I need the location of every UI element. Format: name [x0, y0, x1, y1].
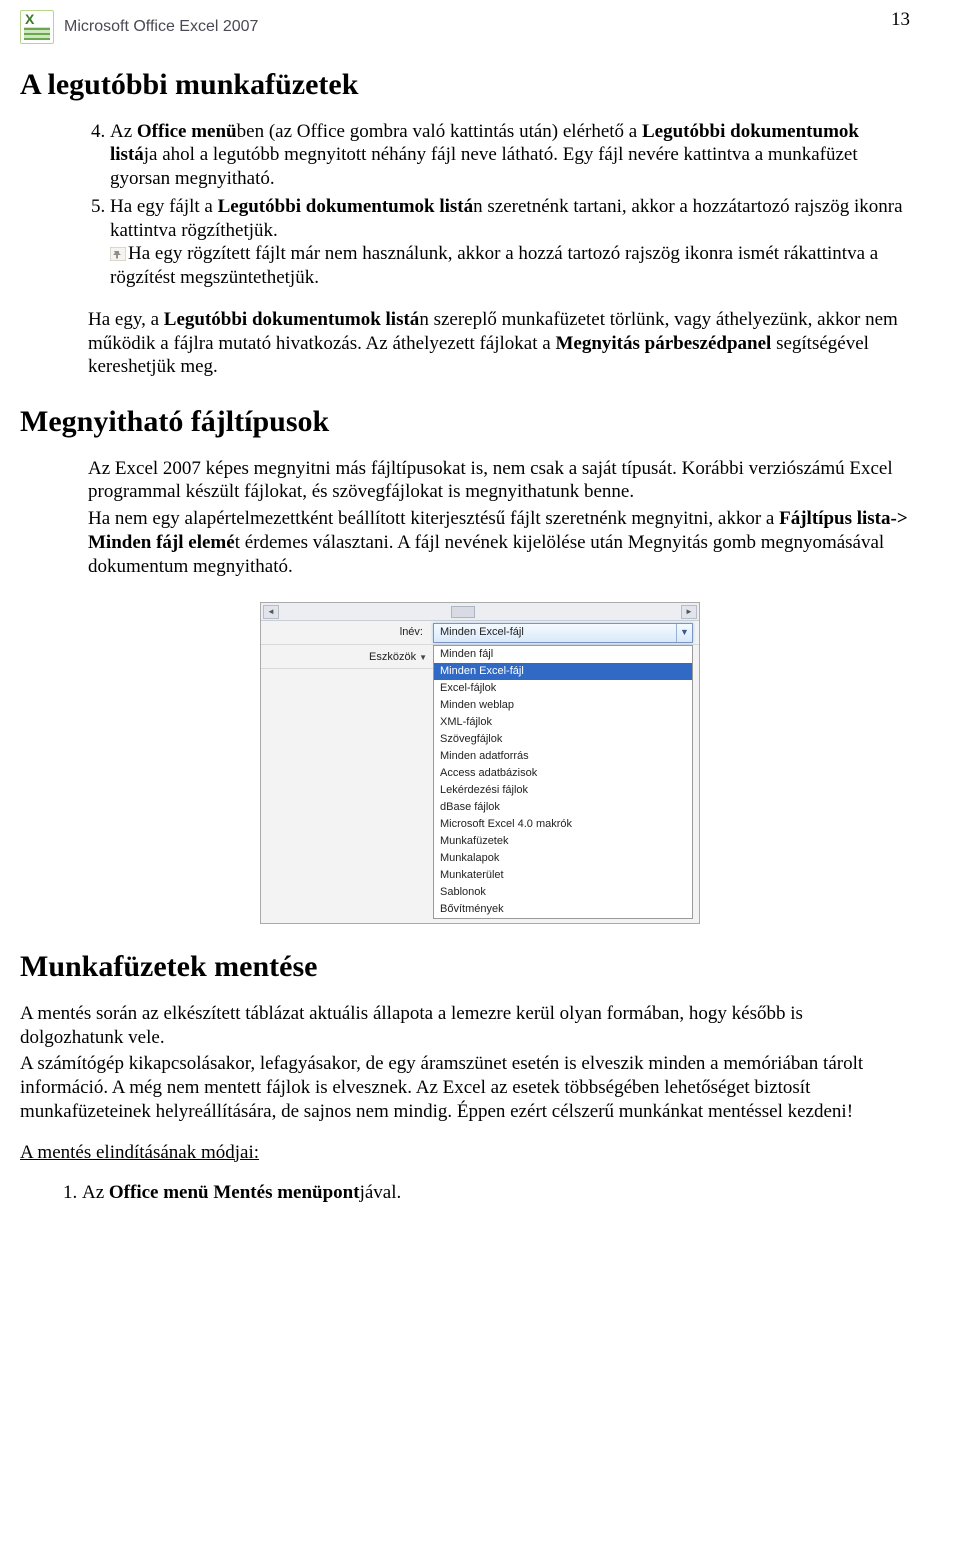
scroll-thumb[interactable]	[451, 606, 475, 618]
section-recent: Az Office menüben (az Office gombra való…	[88, 120, 910, 380]
heading-save: Munkafüzetek mentése	[20, 948, 910, 986]
filetype-option[interactable]: Bővítmények	[434, 901, 692, 918]
app-title: Microsoft Office Excel 2007	[64, 17, 258, 37]
filetype-option[interactable]: Microsoft Excel 4.0 makrók	[434, 816, 692, 833]
filetype-option[interactable]: Szövegfájlok	[434, 731, 692, 748]
scroll-right-button[interactable]: ►	[681, 605, 697, 619]
section-filetypes: Az Excel 2007 képes megnyitni más fájltí…	[88, 457, 910, 579]
chevron-down-icon[interactable]: ▼	[676, 624, 692, 642]
chevron-down-icon: ▼	[419, 653, 427, 663]
text: Ha nem egy alapértelmezettként beállítot…	[88, 508, 779, 529]
text: ja ahol a legutóbb megnyitott néhány fáj…	[110, 144, 858, 189]
paragraph-filetypes-1: Az Excel 2007 képes megnyitni más fájltí…	[88, 457, 910, 505]
filetype-option[interactable]: Access adatbázisok	[434, 765, 692, 782]
page-number: 13	[891, 8, 910, 32]
combobox-value: Minden Excel-fájl	[440, 626, 524, 640]
filename-label: lnév:	[261, 626, 433, 640]
paragraph-save-methods-title: A mentés elindításának módjai:	[20, 1141, 910, 1165]
filetype-option[interactable]: Minden fájl	[434, 646, 692, 663]
filetype-option[interactable]: Lekérdezési fájlok	[434, 782, 692, 799]
paragraph-save-1: A mentés során az elkészített táblázat a…	[20, 1002, 910, 1050]
filetype-option[interactable]: Munkaterület	[434, 867, 692, 884]
text: ben (az Office gombra való kattintás utá…	[237, 121, 642, 142]
bold-text: Legutóbbi dokumentumok listá	[164, 309, 420, 330]
header: Microsoft Office Excel 2007	[20, 10, 910, 44]
pin-icon	[110, 244, 126, 258]
scroll-left-button[interactable]: ◄	[263, 605, 279, 619]
filetype-option[interactable]: Munkafüzetek	[434, 833, 692, 850]
bold-text: Office menü	[137, 121, 237, 142]
open-dialog-screenshot: ◄ ► lnév: Minden Excel-fájl ▼ Eszközök▼ …	[260, 602, 700, 924]
paragraph-save-2: A számítógép kikapcsolásakor, lefagyásak…	[20, 1052, 910, 1123]
bold-text: Megnyitás párbeszédpanel	[555, 333, 771, 354]
excel-icon	[20, 10, 54, 44]
filetype-option[interactable]: Minden adatforrás	[434, 748, 692, 765]
section-save: A mentés során az elkészített táblázat a…	[20, 1002, 910, 1205]
pin-paragraph: Ha egy rögzített fájlt már nem használun…	[110, 242, 910, 290]
text: Ha egy fájlt a	[110, 196, 218, 217]
text: Ha egy rögzített fájlt már nem használun…	[110, 243, 878, 288]
text: Az	[82, 1182, 109, 1203]
filetype-option[interactable]: Minden Excel-fájl	[434, 663, 692, 680]
filetype-option[interactable]: Sablonok	[434, 884, 692, 901]
paragraph-moved-files: Ha egy, a Legutóbbi dokumentumok listán …	[88, 308, 910, 379]
list-item-5: Ha egy fájlt a Legutóbbi dokumentumok li…	[110, 195, 910, 290]
bold-text: Office menü Mentés menüpont	[109, 1182, 360, 1203]
text: Az	[110, 121, 137, 142]
list-item-save-1: Az Office menü Mentés menüpontjával.	[82, 1181, 910, 1205]
text: jával.	[360, 1182, 402, 1203]
paragraph-filetypes-2: Ha nem egy alapértelmezettként beállítot…	[88, 507, 910, 578]
tools-dropdown[interactable]: Eszközök▼	[261, 645, 433, 669]
tools-row: Eszközök▼ Minden fájlMinden Excel-fájlEx…	[261, 645, 699, 923]
filename-row: lnév: Minden Excel-fájl ▼	[261, 621, 699, 645]
filetype-option[interactable]: Munkalapok	[434, 850, 692, 867]
filetype-option[interactable]: Excel-fájlok	[434, 680, 692, 697]
filetype-option[interactable]: Minden weblap	[434, 697, 692, 714]
list-item-4: Az Office menüben (az Office gombra való…	[110, 120, 910, 191]
filetype-combobox[interactable]: Minden Excel-fájl ▼	[433, 623, 693, 643]
text: Ha egy, a	[88, 309, 164, 330]
filetype-list[interactable]: Minden fájlMinden Excel-fájlExcel-fájlok…	[433, 645, 693, 919]
filetype-option[interactable]: XML-fájlok	[434, 714, 692, 731]
bold-text: Legutóbbi dokumentumok listá	[218, 196, 474, 217]
horizontal-scrollbar[interactable]: ◄ ►	[261, 603, 699, 621]
heading-recent-workbooks: A legutóbbi munkafüzetek	[20, 66, 910, 104]
heading-filetypes: Megnyitható fájltípusok	[20, 403, 910, 441]
scroll-track[interactable]	[281, 606, 679, 618]
filetype-option[interactable]: dBase fájlok	[434, 799, 692, 816]
tools-label: Eszközök	[369, 651, 416, 663]
